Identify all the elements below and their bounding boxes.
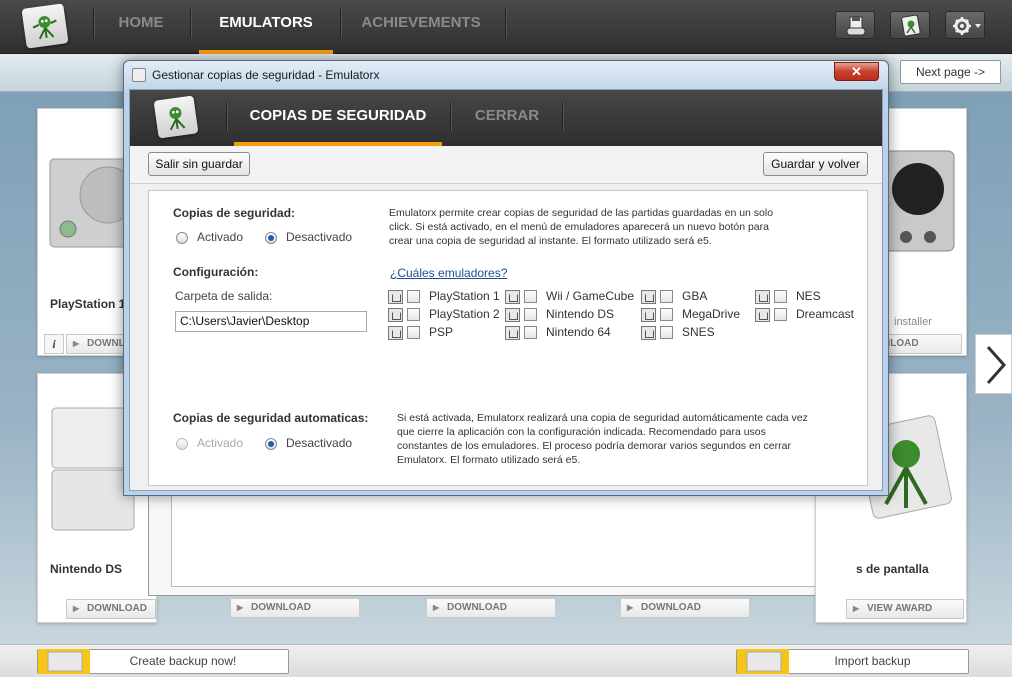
backup-icon: [505, 308, 520, 322]
floppy-gamepad-icon: [846, 16, 866, 36]
backups-on-radio[interactable]: [176, 232, 188, 244]
emulator-checkbox[interactable]: [524, 308, 537, 321]
auto-on-label: Activado: [197, 436, 244, 450]
chevron-down-icon: [975, 24, 981, 28]
config-label: Configuración:: [173, 265, 259, 279]
dialog-content: Copias de seguridad: Activado Desactivad…: [148, 190, 868, 486]
card-title: s de pantalla: [856, 562, 929, 576]
dialog-header: COPIAS DE SEGURIDAD CERRAR: [130, 90, 882, 146]
logo-icon: [901, 14, 921, 37]
auto-description: Si está activada, Emulatorx realizará un…: [397, 412, 808, 466]
create-backup-button[interactable]: Create backup now!: [37, 649, 289, 674]
emulator-checkbox[interactable]: [660, 290, 673, 303]
import-backup-button[interactable]: Import backup: [736, 649, 969, 674]
dialog-title: Gestionar copias de seguridad - Emulator…: [152, 68, 380, 82]
auto-backups-label: Copias de seguridad automaticas:: [173, 411, 369, 425]
emulator-checkbox[interactable]: [524, 290, 537, 303]
alien-logo-icon: [169, 107, 186, 131]
backups-description: Emulatorx permite crear copias de seguri…: [389, 207, 774, 247]
import-backup-label: Import backup: [834, 654, 911, 668]
logo-tool-button[interactable]: [890, 11, 930, 39]
backup-icon: [505, 290, 520, 304]
tab-copias-de-seguridad[interactable]: COPIAS DE SEGURIDAD: [234, 90, 442, 146]
auto-off-label: Desactivado: [286, 436, 353, 450]
backup-icon: [755, 308, 770, 322]
tab-achievements[interactable]: ACHIEVEMENTS: [350, 0, 492, 54]
alien-logo-icon: [32, 16, 57, 40]
window-icon: [132, 68, 146, 82]
download-button[interactable]: DOWNLOAD: [66, 599, 156, 619]
save-and-return-button[interactable]: Guardar y volver: [763, 152, 868, 176]
backup-icon: [641, 290, 656, 304]
download-button[interactable]: DOWNLOAD: [620, 598, 750, 618]
backups-label: Copias de seguridad:: [173, 206, 296, 220]
which-emulators-link[interactable]: ¿Cuáles emuladores?: [390, 266, 507, 280]
emulator-checkbox[interactable]: [407, 290, 420, 303]
tab-home[interactable]: HOME: [104, 0, 178, 54]
info-button[interactable]: i: [44, 334, 64, 354]
gear-icon: [953, 17, 981, 35]
dialog-logo: [153, 95, 199, 139]
auto-on-radio[interactable]: [176, 438, 188, 450]
emulator-checkbox[interactable]: [660, 308, 673, 321]
emulator-checkbox[interactable]: [524, 326, 537, 339]
tab-cerrar[interactable]: CERRAR: [460, 90, 554, 146]
chevron-right-icon: [986, 346, 1007, 384]
backup-icon: [641, 308, 656, 322]
backups-off-label: Desactivado: [286, 230, 353, 244]
dialog-titlebar[interactable]: Gestionar copias de seguridad - Emulator…: [124, 61, 888, 89]
backup-icon: [641, 326, 656, 340]
backup-tool-button[interactable]: [835, 11, 875, 39]
close-window-button[interactable]: ✕: [834, 62, 879, 81]
next-page-button[interactable]: Next page ->: [900, 60, 1001, 84]
emulator-checkbox[interactable]: [407, 308, 420, 321]
exit-without-saving-button[interactable]: Salir sin guardar: [148, 152, 250, 176]
dialog-toolbar: Salir sin guardar Guardar y volver: [130, 146, 882, 184]
backup-dialog: Gestionar copias de seguridad - Emulator…: [123, 60, 889, 496]
tab-emulators[interactable]: EMULATORS: [199, 0, 333, 54]
card-title: PlayStation 1: [50, 297, 126, 311]
top-nav-bar: HOME EMULATORS ACHIEVEMENTS: [0, 0, 1012, 54]
settings-button[interactable]: [945, 11, 985, 39]
auto-off-radio[interactable]: [265, 438, 277, 450]
output-folder-input[interactable]: C:\Users\Javier\Desktop: [175, 311, 367, 332]
emulator-checkbox[interactable]: [774, 308, 787, 321]
emulator-checkbox[interactable]: [774, 290, 787, 303]
emulator-checkbox[interactable]: [660, 326, 673, 339]
backup-icon: [388, 290, 403, 304]
card-subtitle: installer: [894, 316, 932, 328]
app-logo[interactable]: [21, 3, 69, 49]
next-arrow-button[interactable]: [975, 334, 1012, 394]
backup-icon: [388, 308, 403, 322]
playstation-console-image: [49, 158, 130, 248]
backup-icon: [755, 290, 770, 304]
backups-on-label: Activado: [197, 230, 244, 244]
emulator-checkbox[interactable]: [407, 326, 420, 339]
backup-icon: [505, 326, 520, 340]
download-button[interactable]: DOWNLOAD: [426, 598, 556, 618]
output-folder-label: Carpeta de salida:: [175, 289, 273, 303]
card-title: Nintendo DS: [50, 562, 122, 576]
backup-icon: [388, 326, 403, 340]
create-backup-label: Create backup now!: [129, 654, 237, 668]
backups-off-radio[interactable]: [265, 232, 277, 244]
view-award-button[interactable]: VIEW AWARD: [846, 599, 964, 619]
dialog-client: COPIAS DE SEGURIDAD CERRAR Salir sin gua…: [129, 89, 883, 491]
download-button[interactable]: DOWNLOAD: [230, 598, 360, 618]
